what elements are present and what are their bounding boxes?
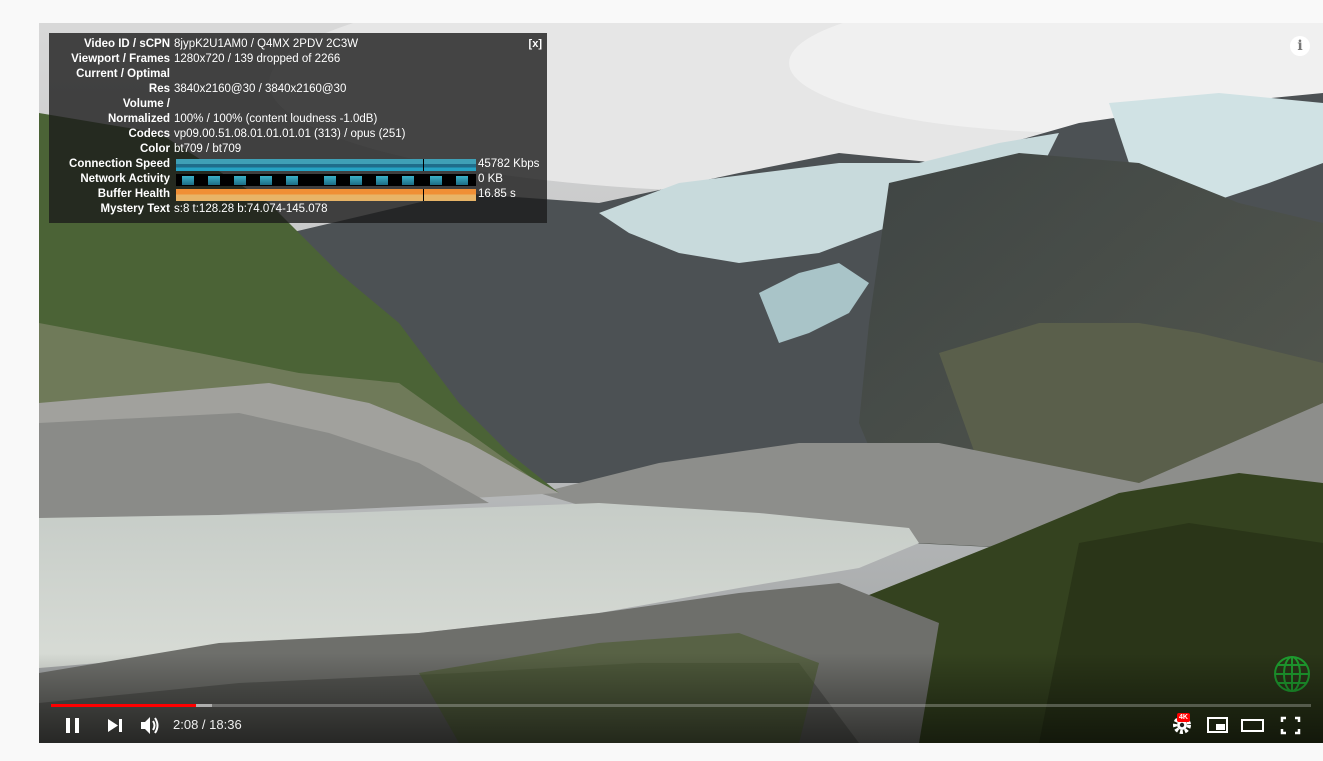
miniplayer-button[interactable] [1204,711,1232,739]
pause-icon [66,718,79,733]
settings-button[interactable]: 4K [1169,711,1197,739]
stats-label: Network Activity [80,173,170,185]
stats-label: Video ID / sCPN [83,38,170,50]
fullscreen-icon [1280,716,1301,735]
stats-label: Res [148,83,170,95]
stats-row: Current / Optimal [49,67,547,82]
info-icon[interactable]: i [1290,36,1310,56]
stats-label: Mystery Text [100,203,170,215]
stats-for-nerds-panel: [x] Video ID / sCPN 8jypK2U1AM0 / Q4MX 2… [49,33,547,223]
stats-value: 1280x720 / 139 dropped of 2266 [174,53,341,65]
network-activity-graph [176,174,476,186]
stats-value: 3840x2160@30 / 3840x2160@30 [174,83,347,95]
pause-button[interactable] [61,711,85,739]
stats-label: Viewport / Frames [71,53,170,65]
connection-speed-graph [176,159,476,171]
stats-row: Network Activity 0 KB [49,172,547,187]
stats-row: Res 3840x2160@30 / 3840x2160@30 [49,82,547,97]
stats-value: 16.85 s [478,188,516,200]
stats-row: Codecs vp09.00.51.08.01.01.01.01 (313) /… [49,127,547,142]
stats-value: 8jypK2U1AM0 / Q4MX 2PDV 2C3W [174,38,359,50]
theater-icon [1241,719,1264,732]
stats-row: Viewport / Frames 1280x720 / 139 dropped… [49,52,547,67]
stats-row: Color bt709 / bt709 [49,142,547,157]
fullscreen-button[interactable] [1277,711,1305,739]
quality-badge: 4K [1177,713,1190,722]
stats-value: bt709 / bt709 [174,143,242,155]
theater-mode-button[interactable] [1239,711,1267,739]
stats-label: Connection Speed [69,158,170,170]
stats-label: Color [139,143,170,155]
stats-row: Video ID / sCPN 8jypK2U1AM0 / Q4MX 2PDV … [49,37,547,52]
stats-value: 45782 Kbps [478,158,540,170]
stats-label: Buffer Health [97,188,170,200]
progress-bar[interactable] [51,704,1311,707]
progress-played [51,704,196,707]
stats-row: Volume / [49,97,547,112]
stats-value: 100% / 100% (content loudness -1.0dB) [174,113,378,125]
stats-row: Mystery Text s:8 t:128.28 b:74.074-145.0… [49,202,547,217]
stats-value: 0 KB [478,173,503,185]
stats-value: vp09.00.51.08.01.01.01.01 (313) / opus (… [174,128,406,140]
stats-row: Connection Speed 45782 Kbps [49,157,547,172]
stats-label: Normalized [108,113,170,125]
miniplayer-icon [1207,717,1228,733]
stats-label: Codecs [128,128,170,140]
volume-icon [141,717,159,734]
next-button[interactable] [103,711,127,739]
stats-value: s:8 t:128.28 b:74.074-145.078 [174,203,328,215]
next-icon [108,719,122,732]
volume-button[interactable] [137,711,165,739]
time-display: 2:08 / 18:36 [173,717,242,732]
stats-row: Normalized 100% / 100% (content loudness… [49,112,547,127]
video-player[interactable]: [x] Video ID / sCPN 8jypK2U1AM0 / Q4MX 2… [39,23,1323,743]
stats-label: Current / Optimal [76,68,170,80]
stats-row: Buffer Health 16.85 s [49,187,547,202]
stats-label: Volume / [122,98,170,110]
buffer-health-graph [176,189,476,201]
